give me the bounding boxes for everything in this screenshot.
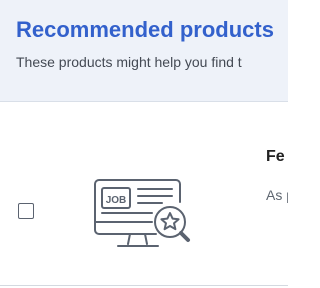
job-posting-monitor-icon: JOB [94,179,190,247]
product-image-label: JOB [106,195,127,206]
product-row: JOB Fe As pro var [0,102,288,286]
recommended-products-header: Recommended products These products migh… [0,0,288,102]
section-subtitle: These products might help you find t [16,54,242,70]
product-select-checkbox[interactable] [18,203,34,219]
product-description: As pro var [266,187,288,203]
product-name[interactable]: Fe [266,146,285,168]
section-title: Recommended products [16,17,274,42]
